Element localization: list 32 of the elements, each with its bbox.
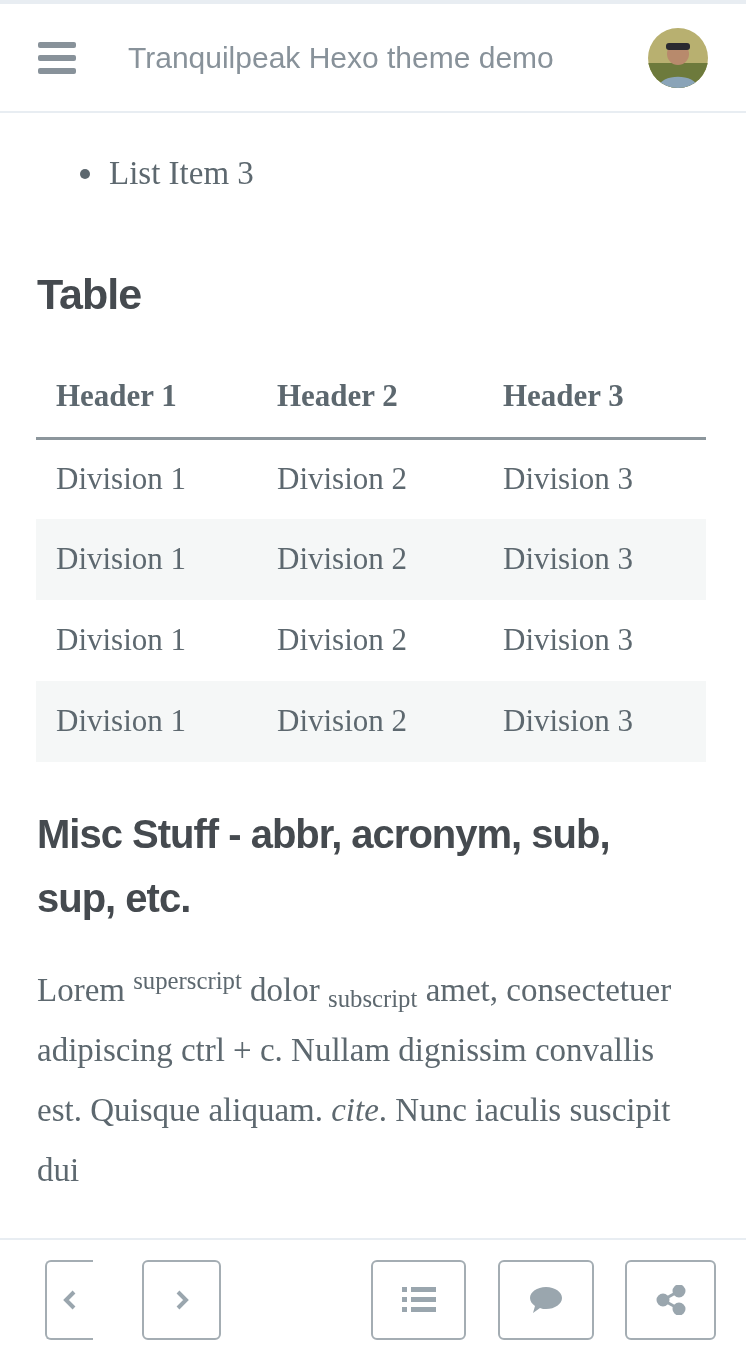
section-heading: Table [37, 273, 143, 316]
table-cell: Division 3 [483, 600, 706, 681]
speech-bubble-icon [529, 1286, 563, 1314]
menu-icon[interactable] [38, 41, 76, 74]
comments-button[interactable] [498, 1260, 594, 1340]
table-cell: Division 2 [257, 519, 483, 600]
share-icon [655, 1285, 686, 1315]
site-title[interactable]: Tranquilpeak Hexo theme demo [128, 35, 554, 80]
chevron-right-icon [174, 1290, 189, 1310]
column-header: Header 1 [36, 356, 257, 438]
table-cell: Division 1 [36, 519, 257, 600]
previous-button[interactable] [45, 1260, 93, 1340]
table-cell: Division 1 [36, 681, 257, 762]
table-cell: Division 2 [257, 600, 483, 681]
next-button[interactable] [142, 1260, 221, 1340]
column-header: Header 2 [257, 356, 483, 438]
bullet-icon [80, 169, 90, 179]
table-cell: Division 3 [483, 438, 706, 519]
table-cell: Division 3 [483, 519, 706, 600]
table-cell: Division 2 [257, 438, 483, 519]
share-button[interactable] [625, 1260, 716, 1340]
column-header: Header 3 [483, 356, 706, 438]
table-cell: Division 1 [36, 438, 257, 519]
table-cell: Division 2 [257, 681, 483, 762]
list-icon [401, 1287, 436, 1313]
table-cell: Division 1 [36, 600, 257, 681]
chevron-left-icon [63, 1290, 77, 1310]
paragraph: Lorem $^{superscript}$ dolor $_{subscript}$ amet, consectetuer adipiscing ctrl + c. Nullam dignissim convallis est. Quisque aliquam. cite. Nunc iaculis suscipit dui [37, 965, 673, 1190]
table-cell: Division 3 [483, 681, 706, 762]
list-item: List Item 3 [109, 154, 254, 194]
section-heading: Misc Stuff - abbr, acronym, sub, sup, etc. [37, 811, 611, 922]
table-of-contents-button[interactable] [371, 1260, 466, 1340]
